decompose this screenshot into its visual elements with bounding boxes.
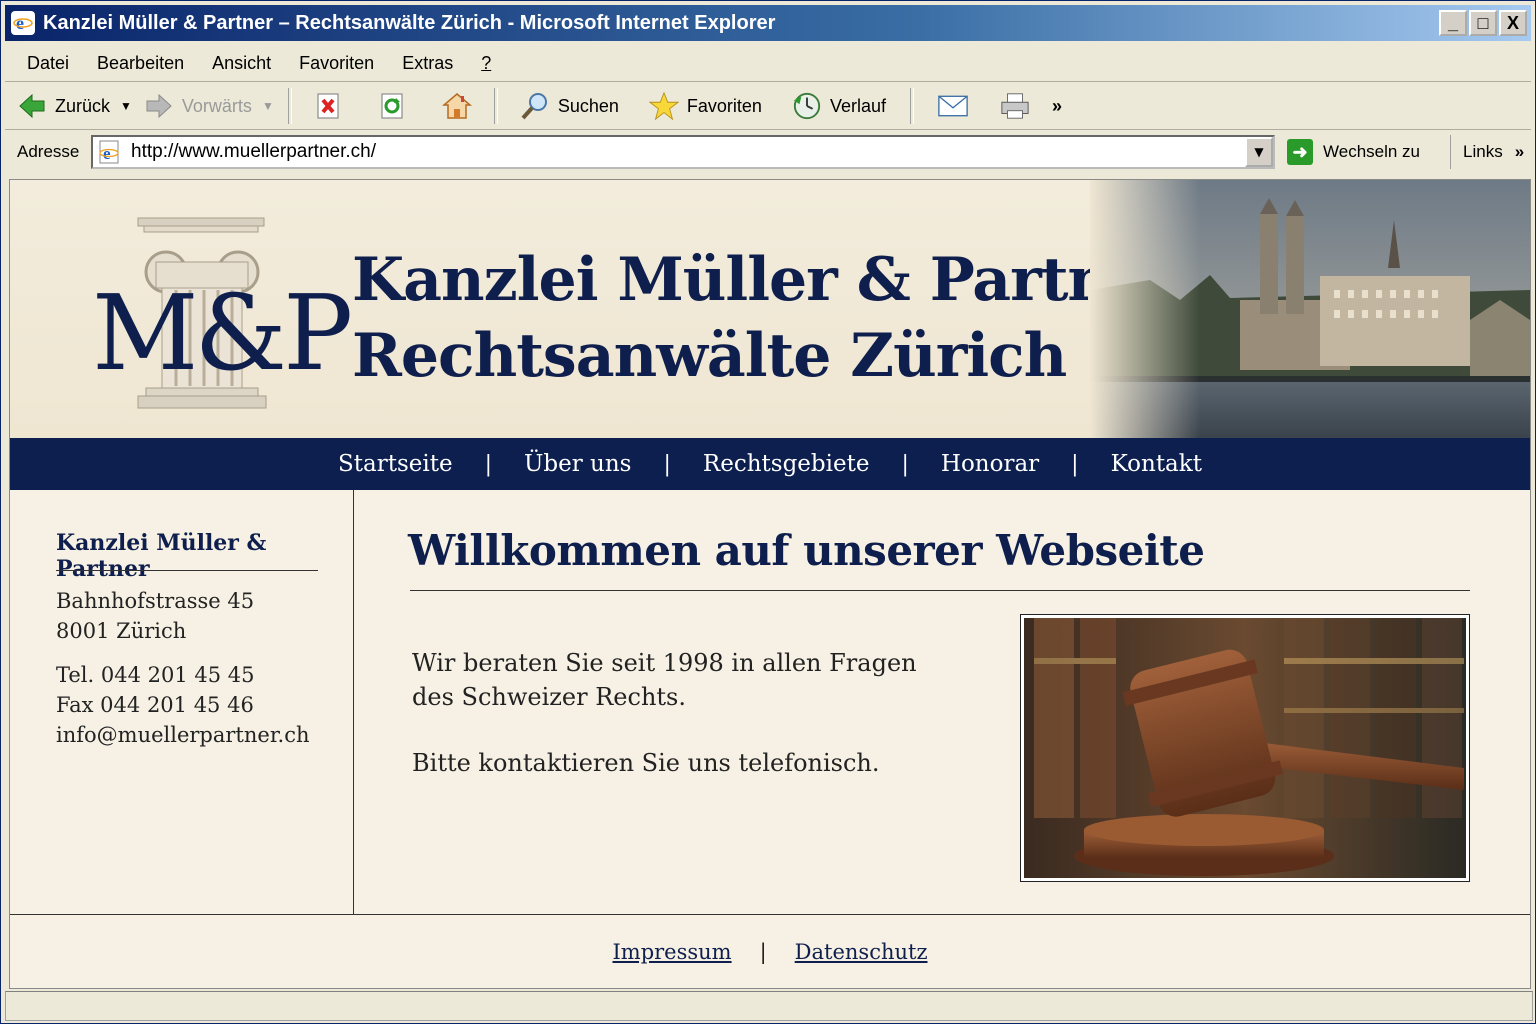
printer-icon (1000, 91, 1030, 121)
minimize-button[interactable]: _ (1439, 10, 1467, 36)
window-title: Kanzlei Müller & Partner – Rechtsanwälte… (43, 11, 776, 34)
favorites-label: Favoriten (686, 95, 762, 116)
address-dropdown-icon[interactable]: ▼ (1245, 137, 1273, 167)
search-label: Suchen (557, 95, 619, 116)
mail-icon (938, 91, 968, 121)
svg-text:e: e (103, 144, 111, 163)
forward-dropdown-icon[interactable]: ▼ (262, 99, 274, 113)
history-icon (792, 91, 822, 121)
toolbar-separator (493, 88, 498, 124)
page-viewport: M&P Kanzlei Müller & Partner – Rechtsanw… (9, 179, 1531, 989)
search-icon (520, 91, 550, 121)
fax-number: Fax 044 201 45 46 (56, 693, 254, 717)
title-divider (410, 590, 1470, 591)
nav-kontakt[interactable]: Kontakt (1111, 451, 1202, 477)
sidebar-address: Bahnhofstrasse 45 8001 Zürich Tel. 044 2… (56, 586, 310, 750)
back-button[interactable]: Zurück ▼ (17, 86, 132, 126)
home-button[interactable] (441, 86, 480, 126)
address-street: Bahnhofstrasse 45 (56, 589, 255, 613)
menu-help[interactable]: ? (481, 53, 491, 74)
history-label: Verlauf (829, 95, 886, 116)
gavel-photo (1020, 614, 1470, 882)
star-icon (648, 91, 679, 121)
back-arrow-icon (17, 91, 47, 121)
sidebar-firm-name: Kanzlei Müller & Partner (56, 530, 267, 582)
standard-toolbar: Zurück ▼ Vorwärts ▼ Suchen Favoriten Ver… (5, 83, 1531, 130)
toolbar-overflow-button[interactable]: » (1052, 86, 1062, 126)
history-button[interactable]: Verlauf (792, 86, 886, 126)
back-label: Zurück (55, 95, 111, 116)
menu-bearbeiten[interactable]: Bearbeiten (97, 53, 184, 74)
browser-window: e Kanzlei Müller & Partner – Rechtsanwäl… (0, 0, 1536, 1024)
main-navigation: Startseite | Über uns | Rechtsgebiete | … (10, 438, 1530, 490)
main-content: Willkommen auf unserer Webseite Wir bera… (354, 490, 1530, 914)
toolbar-separator (287, 88, 292, 124)
links-overflow-icon[interactable]: » (1515, 142, 1524, 162)
refresh-button[interactable] (378, 86, 416, 126)
page-title: Willkommen auf unserer Webseite (408, 526, 1205, 575)
ie-page-icon: e (97, 139, 123, 165)
menu-favoriten[interactable]: Favoriten (299, 53, 374, 74)
favorites-button[interactable]: Favoriten (648, 86, 762, 126)
intro-line1: Wir beraten Sie seit 1998 in allen Frage… (412, 649, 917, 677)
site-logo-text[interactable]: M&P (92, 272, 353, 394)
stop-icon (314, 91, 344, 121)
ie-logo-icon: e (11, 11, 35, 35)
phone-number: Tel. 044 201 45 45 (56, 663, 255, 687)
email-address[interactable]: info@muellerpartner.ch (56, 720, 310, 750)
status-bar (5, 991, 1533, 1021)
menu-extras[interactable]: Extras (402, 53, 453, 74)
menu-ansicht[interactable]: Ansicht (212, 53, 271, 74)
go-arrow-icon: ➜ (1287, 139, 1313, 165)
site-footer: Impressum | Datenschutz (10, 914, 1530, 988)
address-city: 8001 Zürich (56, 619, 187, 643)
go-button[interactable]: ➜ Wechseln zu (1287, 139, 1420, 165)
toolbar-separator (909, 88, 914, 124)
site-header: M&P Kanzlei Müller & Partner – Rechtsanw… (10, 180, 1530, 438)
home-icon (441, 91, 472, 121)
stop-button[interactable] (314, 86, 352, 126)
nav-honorar[interactable]: Honorar (941, 451, 1039, 477)
title-bar[interactable]: e Kanzlei Müller & Partner – Rechtsanwäl… (5, 5, 1531, 41)
intro-text: Wir beraten Sie seit 1998 in allen Frage… (412, 646, 952, 780)
nav-separator: | (663, 451, 671, 477)
nav-separator: | (901, 451, 909, 477)
back-dropdown-icon[interactable]: ▼ (120, 99, 132, 113)
forward-button[interactable]: Vorwärts ▼ (144, 86, 274, 126)
sidebar-divider (56, 570, 318, 571)
contact-sidebar: Kanzlei Müller & Partner Bahnhofstrasse … (10, 490, 354, 914)
footer-separator: | (759, 940, 767, 964)
go-label: Wechseln zu (1323, 142, 1421, 161)
intro-line2: des Schweizer Rechts. (412, 683, 686, 711)
address-url[interactable]: http://www.muellerpartner.ch/ (131, 141, 376, 163)
maximize-button[interactable]: □ (1469, 10, 1497, 36)
nav-rechtsgebiete[interactable]: Rechtsgebiete (703, 451, 870, 477)
nav-ueber-uns[interactable]: Über uns (524, 451, 631, 477)
close-button[interactable]: X (1499, 10, 1527, 36)
links-label: Links (1463, 142, 1503, 161)
svg-text:e: e (16, 13, 24, 33)
search-button[interactable]: Suchen (520, 86, 619, 126)
mail-button[interactable] (938, 86, 976, 126)
nav-separator: | (484, 451, 493, 477)
address-input[interactable]: e http://www.muellerpartner.ch/ ▼ (91, 135, 1275, 169)
nav-startseite[interactable]: Startseite (338, 451, 453, 477)
address-bar: Adresse e http://www.muellerpartner.ch/ … (5, 131, 1531, 173)
window-controls: _ □ X (1439, 10, 1527, 36)
impressum-link[interactable]: Impressum (612, 940, 731, 964)
forward-arrow-icon (144, 91, 174, 121)
forward-label: Vorwärts (181, 95, 252, 116)
contact-prompt: Bitte kontaktieren Sie uns telefonisch. (412, 749, 880, 777)
links-button[interactable]: Links » (1450, 135, 1524, 169)
menu-bar: Datei Bearbeiten Ansicht Favoriten Extra… (5, 45, 1531, 82)
print-button[interactable] (1000, 86, 1038, 126)
datenschutz-link[interactable]: Datenschutz (795, 940, 928, 964)
zurich-photo (1090, 180, 1530, 438)
refresh-icon (378, 91, 408, 121)
gavel-icon (1024, 618, 1466, 878)
address-label: Adresse (17, 142, 80, 161)
menu-datei[interactable]: Datei (27, 53, 69, 74)
nav-separator: | (1071, 451, 1079, 477)
